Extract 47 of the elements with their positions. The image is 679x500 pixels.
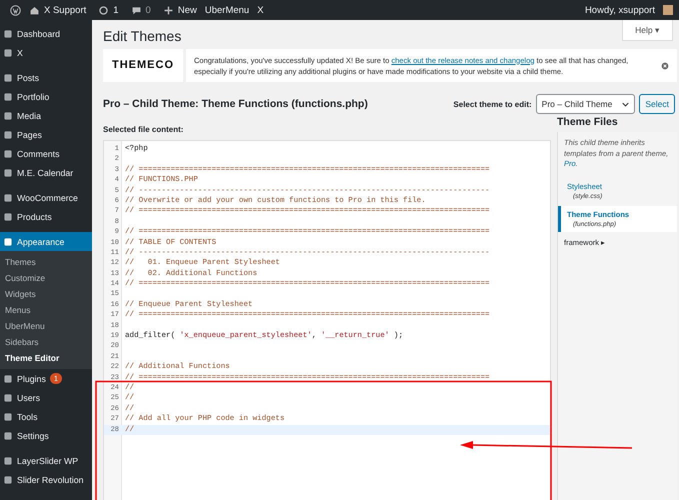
new-link[interactable]: New [178, 4, 197, 16]
submenu-item[interactable]: Widgets [0, 286, 92, 302]
theme-dropdown[interactable]: Pro – Child Theme [536, 94, 636, 114]
menu-item[interactable]: Slider Revolution [0, 470, 92, 489]
submenu-item[interactable]: UberMenu [0, 318, 92, 334]
menu-item[interactable]: Media [0, 106, 92, 125]
menu-item[interactable]: WooCommerce [0, 188, 92, 207]
menu-item[interactable]: Dashboard [0, 24, 92, 43]
submenu-item[interactable]: Theme Editor [0, 350, 92, 366]
chevron-down-icon [622, 102, 630, 106]
admin-bar-link[interactable]: X [257, 4, 264, 16]
page-title: Edit Themes [103, 28, 182, 44]
comment-icon[interactable] [130, 4, 142, 16]
menu-item[interactable]: Settings [0, 426, 92, 445]
menu-item[interactable]: Products [0, 207, 92, 226]
menu-item[interactable]: Pages [0, 125, 92, 144]
updates-count[interactable]: 1 [113, 4, 119, 16]
menu-item[interactable]: Comments [0, 144, 92, 163]
submenu-item[interactable]: Themes [0, 254, 92, 270]
select-button[interactable]: Select [639, 94, 675, 114]
site-name-link[interactable]: X Support [44, 4, 86, 16]
refresh-icon[interactable] [98, 4, 110, 16]
theme-files-heading: Theme Files [557, 116, 619, 128]
file-heading: Pro – Child Theme: Theme Functions (functions.php) [103, 98, 368, 110]
admin-bar-link[interactable]: UberMenu [204, 4, 250, 16]
submenu-item[interactable]: Customize [0, 270, 92, 286]
menu-item[interactable]: Tools [0, 407, 92, 426]
greeting-link[interactable]: Howdy, xsupport [584, 4, 655, 16]
select-label: Select theme to edit: [453, 100, 532, 108]
menu-item[interactable]: M.E. Calendar [0, 163, 92, 182]
plus-icon[interactable] [162, 4, 174, 16]
code-editor[interactable] [103, 140, 551, 500]
comments-count[interactable]: 0 [146, 4, 151, 16]
menu-item[interactable]: Posts [0, 68, 92, 87]
menu-item[interactable]: Users [0, 388, 92, 407]
wordpress-logo-icon[interactable] [10, 4, 21, 16]
themeco-logo: THEMECO [103, 49, 186, 82]
home-icon[interactable] [29, 4, 40, 16]
menu-item[interactable]: X [0, 43, 92, 62]
submenu-item[interactable]: Sidebars [0, 334, 92, 350]
menu-item[interactable]: Portfolio [0, 87, 92, 106]
submenu-item[interactable]: Menus [0, 302, 92, 318]
close-icon[interactable] [661, 62, 669, 70]
help-button[interactable]: Help ▾ [622, 20, 673, 41]
menu-item[interactable]: LayerSlider WP [0, 451, 92, 470]
content-label: Selected file content: [103, 125, 184, 134]
menu-item[interactable]: Appearance [0, 232, 92, 251]
